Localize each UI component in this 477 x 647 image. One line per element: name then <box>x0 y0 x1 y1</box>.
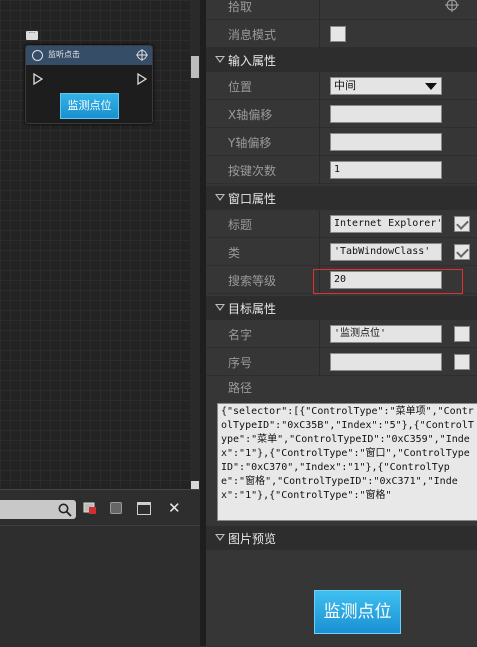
class-input[interactable]: 'TabWindowClass' <box>330 243 442 261</box>
input-port-icon[interactable] <box>33 73 43 85</box>
maximize-panel-icon[interactable] <box>137 502 151 515</box>
flow-node[interactable]: 监听点击 监测点位 <box>25 45 153 124</box>
prop-label: 类 <box>228 246 241 260</box>
restore-panel-icon[interactable] <box>110 502 122 514</box>
message-mode-checkbox[interactable] <box>330 26 346 42</box>
title-input[interactable]: Internet Explorer' <box>330 215 442 233</box>
x-offset-input[interactable] <box>330 105 442 123</box>
dropdown-value: 中间 <box>334 79 356 92</box>
scrollbar-thumb[interactable] <box>191 56 199 78</box>
search-icon[interactable] <box>58 503 72 517</box>
node-title: 监听点击 <box>48 50 80 59</box>
collapse-icon[interactable] <box>215 194 225 201</box>
prop-row-name: 名字 '监测点位' <box>206 320 477 348</box>
close-icon[interactable]: ✕ <box>168 499 181 517</box>
path-textarea[interactable]: {"selector":[{"ControlType":"菜单项","Contr… <box>217 403 477 521</box>
collapse-icon[interactable] <box>215 534 225 541</box>
category-image-preview[interactable]: 图片预览 <box>206 526 477 550</box>
category-window-properties[interactable]: 窗口属性 <box>206 186 477 210</box>
prop-row-title: 标题 Internet Explorer' <box>206 210 477 238</box>
category-input-properties[interactable]: 输入属性 <box>206 48 477 72</box>
prop-row-class: 类 'TabWindowClass' <box>206 238 477 266</box>
prop-row-path: 路径 <box>206 374 477 400</box>
category-label: 目标属性 <box>228 302 277 316</box>
prop-row-message-mode: 消息模式 <box>206 20 477 48</box>
prop-row-position: 位置 中间 <box>206 72 477 100</box>
image-preview: 监测点位 <box>314 590 401 634</box>
prop-row-index: 序号 <box>206 348 477 376</box>
index-checkbox[interactable] <box>454 354 470 370</box>
output-port-icon[interactable] <box>137 73 147 85</box>
prop-label: 位置 <box>228 80 253 94</box>
crosshair-icon[interactable] <box>136 49 148 61</box>
node-header[interactable]: 监听点击 <box>26 46 152 65</box>
node-preview-button[interactable]: 监测点位 <box>60 93 119 119</box>
workflow-canvas[interactable]: ··· 监听点击 监测点位 <box>0 0 200 489</box>
category-label: 输入属性 <box>228 54 277 68</box>
highlight-box <box>313 269 463 294</box>
collapse-icon[interactable] <box>215 56 225 63</box>
prop-label: 消息模式 <box>228 28 277 42</box>
comment-icon[interactable]: ··· <box>26 30 38 40</box>
search-input[interactable] <box>0 500 76 519</box>
collapse-icon[interactable] <box>215 304 225 311</box>
prop-row-x-offset: X轴偏移 <box>206 100 477 128</box>
prop-label: 搜索等级 <box>228 274 277 288</box>
category-label: 图片预览 <box>228 532 277 546</box>
prop-label: X轴偏移 <box>228 108 273 122</box>
y-offset-input[interactable] <box>330 133 442 151</box>
prop-label: 名字 <box>228 328 253 342</box>
prop-label: Y轴偏移 <box>228 136 272 150</box>
bottom-toolbar: ✕ <box>0 499 200 521</box>
category-target-properties[interactable]: 目标属性 <box>206 296 477 320</box>
position-dropdown[interactable]: 中间 <box>330 77 442 95</box>
crosshair-icon[interactable] <box>445 0 459 12</box>
class-checkbox[interactable] <box>454 244 470 260</box>
category-label: 窗口属性 <box>228 192 277 206</box>
chevron-down-icon <box>425 83 437 90</box>
name-checkbox[interactable] <box>454 326 470 342</box>
property-grid: 拾取 消息模式 输入属性 位置 中间 X轴偏移 Y轴偏移 按键次数 1 窗口属性… <box>206 0 477 646</box>
node-type-icon <box>32 50 43 61</box>
prop-label: 标题 <box>228 218 253 232</box>
click-count-input[interactable]: 1 <box>330 161 442 179</box>
name-input[interactable]: '监测点位' <box>330 325 442 343</box>
index-input[interactable] <box>330 353 442 371</box>
prop-row-y-offset: Y轴偏移 <box>206 128 477 156</box>
scrollbar-corner <box>191 481 199 489</box>
prop-row-click-count: 按键次数 1 <box>206 156 477 184</box>
title-checkbox[interactable] <box>454 216 470 232</box>
prop-label: 序号 <box>228 356 253 370</box>
image-capture-icon[interactable] <box>83 502 97 515</box>
prop-label: 拾取 <box>228 0 253 14</box>
bottom-panel: ✕ <box>0 489 200 647</box>
prop-row-pick: 拾取 <box>206 0 477 20</box>
prop-label: 按键次数 <box>228 164 277 178</box>
divider <box>0 525 200 526</box>
prop-label: 路径 <box>228 381 253 395</box>
